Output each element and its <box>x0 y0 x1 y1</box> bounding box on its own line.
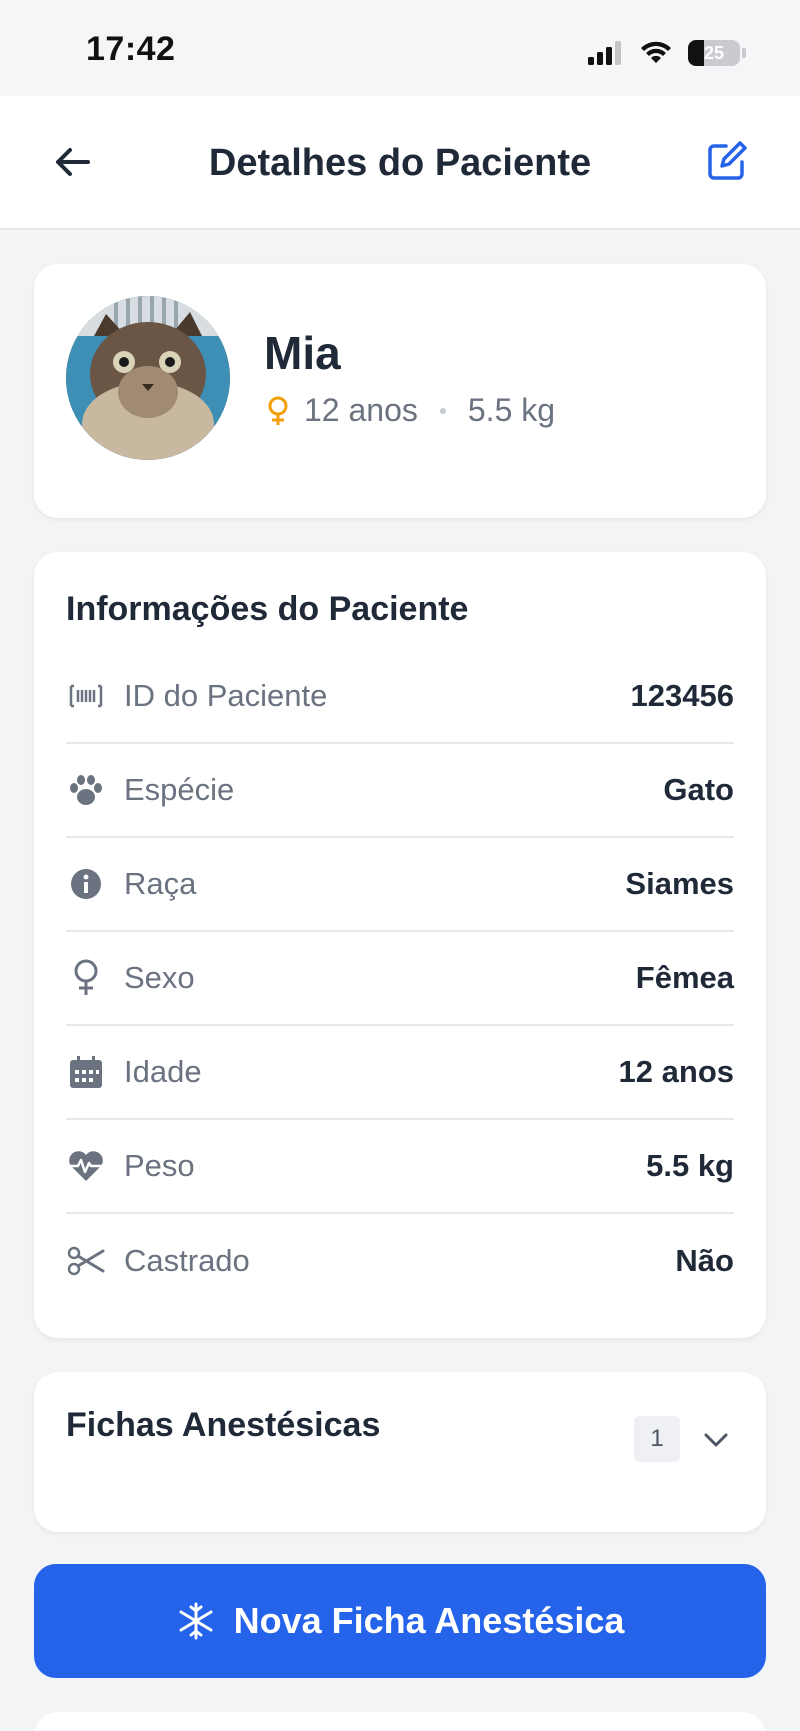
records-count-badge: 1 <box>634 1416 680 1462</box>
new-anesthetic-record-button[interactable]: Nova Ficha Anestésica <box>34 1564 766 1678</box>
chevron-down-icon <box>704 1433 728 1447</box>
info-value: 123456 <box>630 678 734 713</box>
info-rows: ID do Paciente 123456 Espécie Gato Raça … <box>66 650 734 1308</box>
info-icon <box>66 864 106 904</box>
info-value: Gato <box>663 772 734 807</box>
patient-name: Mia <box>264 327 341 379</box>
info-value: 12 anos <box>618 1054 734 1089</box>
patient-meta: 12 anos 5.5 kg <box>264 392 555 429</box>
patient-avatar <box>66 296 230 460</box>
anesthetic-records-title: Fichas Anestésicas <box>66 1406 381 1444</box>
patient-weight: 5.5 kg <box>467 392 556 428</box>
paw-icon <box>66 770 106 810</box>
battery-tip <box>742 48 746 58</box>
patient-info-card: Informações do Paciente ID do Paciente 1… <box>34 552 766 1338</box>
heart-pulse-icon <box>66 1146 106 1186</box>
page-title: Detalhes do Paciente <box>208 142 592 184</box>
info-label: Espécie <box>124 772 235 807</box>
expand-records-toggle[interactable] <box>700 1424 732 1456</box>
new-record-label: Nova Ficha Anestésica <box>233 1600 625 1641</box>
battery-icon: 25 <box>688 40 740 66</box>
status-time: 17:42 <box>86 30 176 68</box>
info-value: Fêmea <box>635 960 734 995</box>
calendar-icon <box>66 1052 106 1092</box>
info-label: Idade <box>124 1054 202 1089</box>
scissors-icon <box>66 1241 106 1281</box>
separator-dot <box>439 407 446 414</box>
app-header: Detalhes do Paciente <box>0 96 800 230</box>
edit-button[interactable] <box>704 138 750 184</box>
female-icon <box>66 958 106 998</box>
barcode-icon <box>66 676 106 716</box>
battery-level: 25 <box>703 42 725 63</box>
info-section-title: Informações do Paciente <box>66 590 469 628</box>
wifi-icon <box>641 41 671 63</box>
patient-age: 12 anos <box>304 392 418 428</box>
snowflake-icon <box>179 1602 213 1640</box>
edit-square-icon <box>708 141 747 180</box>
info-label: Sexo <box>124 960 195 995</box>
info-value: 5.5 kg <box>646 1148 734 1183</box>
cat-photo <box>66 296 230 460</box>
info-row-sex: Sexo Fêmea <box>66 932 734 1026</box>
info-row-neutered: Castrado Não <box>66 1214 734 1308</box>
female-icon <box>268 396 288 425</box>
anesthetic-records-card[interactable]: Fichas Anestésicas 1 <box>34 1372 766 1532</box>
info-label: Raça <box>124 866 197 901</box>
signal-icon <box>588 41 621 65</box>
info-row-species: Espécie Gato <box>66 744 734 838</box>
info-row-weight: Peso 5.5 kg <box>66 1120 734 1214</box>
info-row-id: ID do Paciente 123456 <box>66 650 734 744</box>
info-label: Castrado <box>124 1243 250 1278</box>
status-icons: 25 <box>588 40 746 66</box>
next-card-peek <box>34 1712 766 1731</box>
info-value: Siames <box>625 866 734 901</box>
info-row-breed: Raça Siames <box>66 838 734 932</box>
info-label: Peso <box>124 1148 195 1183</box>
patient-profile-card: Mia 12 anos 5.5 kg <box>34 264 766 518</box>
info-row-age: Idade 12 anos <box>66 1026 734 1120</box>
info-label: ID do Paciente <box>124 678 328 713</box>
status-bar: 17:42 25 <box>0 0 800 96</box>
info-value: Não <box>675 1243 734 1278</box>
